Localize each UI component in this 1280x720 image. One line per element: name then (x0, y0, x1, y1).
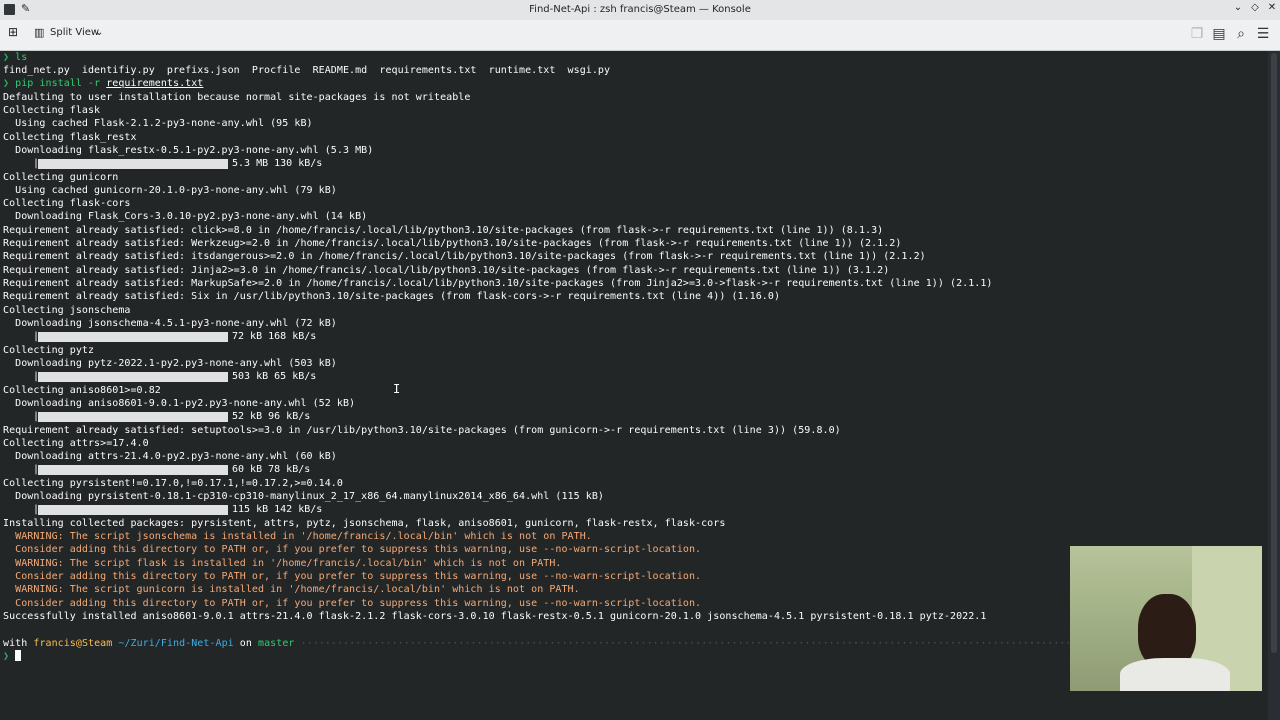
output-line: Installing collected packages: pyrsisten… (3, 518, 726, 529)
ls-output: find_net.py identifiy.py prefixs.json Pr… (3, 65, 611, 76)
progress-text: 72 kB 168 kB/s (232, 331, 317, 342)
prompt-arrow-icon: ❯ (3, 651, 16, 662)
output-line: Downloading attrs-21.4.0-py2.py3-none-an… (3, 451, 337, 462)
progress-text: 60 kB 78 kB/s (232, 464, 311, 475)
prompt-arrow-icon: ❯ (3, 78, 16, 89)
progress-fill (38, 412, 228, 422)
prompt-branch: master (258, 638, 295, 649)
progress-fill (38, 159, 228, 169)
ibeam-cursor-icon: I (393, 382, 401, 396)
output-line: Collecting gunicorn (3, 172, 119, 183)
warning-line: WARNING: The script flask is installed i… (3, 558, 562, 569)
output-line: Collecting jsonschema (3, 305, 131, 316)
output-line: Downloading aniso8601-9.0.1-py2.py3-none… (3, 398, 356, 409)
command-line: ❯ ls (3, 52, 28, 63)
output-line: Collecting pytz (3, 345, 95, 356)
output-line: Requirement already satisfied: itsdanger… (3, 251, 926, 262)
output-line: Requirement already satisfied: click>=8.… (3, 225, 884, 236)
progress-text: 5.3 MB 130 kB/s (232, 158, 323, 169)
close-icon[interactable]: ✕ (1265, 2, 1279, 13)
output-line: Requirement already satisfied: Jinja2>=3… (3, 265, 890, 276)
output-line: Downloading flask_restx-0.5.1-py2.py3-no… (3, 145, 374, 156)
new-tab-icon[interactable]: ⊞ (8, 25, 18, 39)
output-line: Successfully installed aniso8601-9.0.1 a… (3, 611, 987, 622)
progress-text: 115 kB 142 kB/s (232, 504, 323, 515)
shell-prompt-info: with francis@Steam ~/Zuri/Find-Net-Api o… (3, 638, 1072, 649)
output-line: Requirement already satisfied: Six in /u… (3, 291, 781, 302)
command-line: ❯ pip install -r requirements.txt (3, 78, 204, 89)
copy-icon[interactable]: ❐ (1188, 26, 1206, 42)
prompt-path: ~/Zuri/Find-Net-Api (118, 638, 234, 649)
output-line: Downloading pyrsistent-0.18.1-cp310-cp31… (3, 491, 604, 502)
output-line: Downloading pytz-2022.1-py2.py3-none-any… (3, 358, 337, 369)
output-line: Requirement already satisfied: MarkupSaf… (3, 278, 993, 289)
prompt-user: francis@Steam (33, 638, 113, 649)
warning-line: WARNING: The script gunicorn is installe… (3, 584, 580, 595)
warning-line: Consider adding this directory to PATH o… (3, 598, 702, 609)
minimize-icon[interactable]: ⌄ (1231, 2, 1245, 13)
text-cursor (15, 650, 22, 661)
output-line: Requirement already satisfied: Werkzeug>… (3, 238, 902, 249)
output-line: Collecting attrs>=17.4.0 (3, 438, 149, 449)
hamburger-menu-icon[interactable]: ☰ (1254, 26, 1272, 42)
konsole-toolbar: ⊞ ▥ Split View ⌄ ❐ ▤ ⌕ ☰ (0, 20, 1280, 51)
search-icon[interactable]: ⌕ (1232, 26, 1250, 42)
output-line: Downloading jsonschema-4.5.1-py3-none-an… (3, 318, 337, 329)
window-titlebar: ✎ Find-Net-Api : zsh francis@Steam — Kon… (0, 0, 1280, 20)
progress-fill (38, 372, 228, 382)
paste-icon[interactable]: ▤ (1210, 26, 1228, 42)
progress-fill (38, 332, 228, 342)
progress-fill (38, 465, 228, 475)
output-line: Defaulting to user installation because … (3, 92, 471, 103)
window-title: Find-Net-Api : zsh francis@Steam — Konso… (529, 4, 751, 15)
scrollbar-thumb[interactable] (1271, 53, 1277, 653)
output-line: Requirement already satisfied: setuptool… (3, 425, 841, 436)
output-line: Collecting pyrsistent!=0.17.0,!=0.17.1,!… (3, 478, 343, 489)
warning-line: WARNING: The script jsonschema is instal… (3, 531, 592, 542)
warning-line: Consider adding this directory to PATH o… (3, 544, 702, 555)
output-line: Using cached gunicorn-20.1.0-py3-none-an… (3, 185, 337, 196)
maximize-icon[interactable]: ◇ (1248, 2, 1262, 13)
input-line[interactable]: ❯ (3, 650, 22, 663)
output-line: Collecting aniso8601>=0.82 (3, 385, 161, 396)
prompt-filler: ········································… (300, 638, 1072, 649)
progress-fill (38, 505, 228, 515)
split-view-icon[interactable]: ▥ (34, 26, 44, 39)
output-line: Collecting flask (3, 105, 101, 116)
warning-line: Consider adding this directory to PATH o… (3, 571, 702, 582)
terminal-scrollbar[interactable] (1268, 51, 1280, 720)
output-line: Using cached Flask-2.1.2-py3-none-any.wh… (3, 118, 313, 129)
chevron-down-icon[interactable]: ⌄ (95, 27, 103, 38)
output-line: Collecting flask_restx (3, 132, 137, 143)
webcam-person (1138, 594, 1196, 668)
output-line: Collecting flask-cors (3, 198, 131, 209)
output-line: Downloading Flask_Cors-3.0.10-py2.py3-no… (3, 211, 368, 222)
progress-text: 503 kB 65 kB/s (232, 371, 317, 382)
split-view-button[interactable]: Split View (50, 27, 99, 38)
webcam-overlay (1070, 546, 1262, 691)
prompt-arrow-icon: ❯ (3, 52, 16, 63)
progress-text: 52 kB 96 kB/s (232, 411, 311, 422)
